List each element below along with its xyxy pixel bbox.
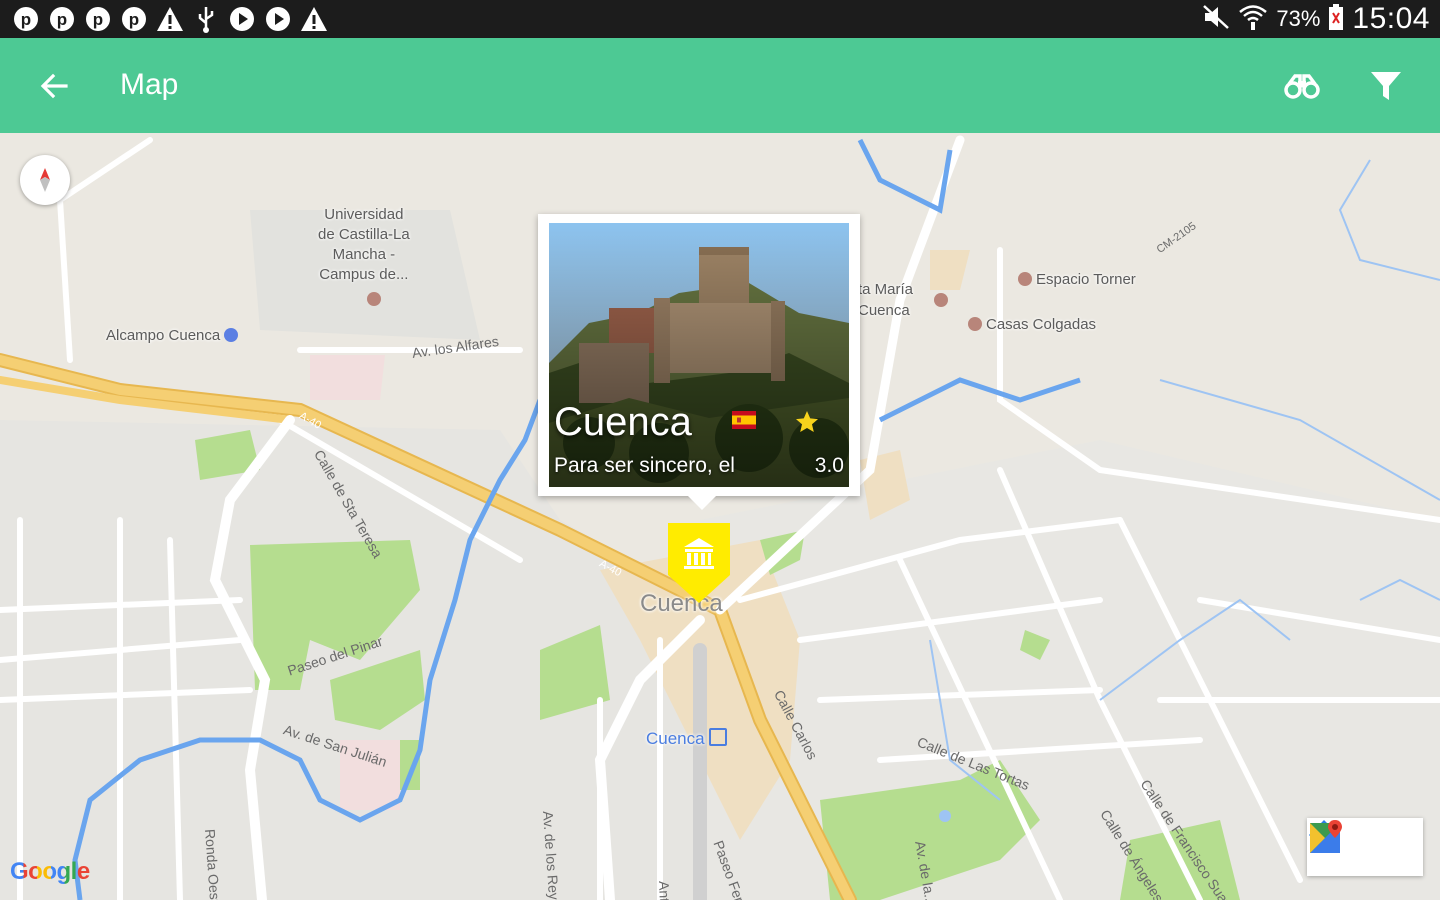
map-label-santa-maria[interactable]: ta María Cuenca: [858, 279, 913, 321]
compass-button[interactable]: [20, 155, 70, 205]
map-label-espacio-torner[interactable]: Espacio Torner: [1018, 271, 1136, 288]
clock: 15:04: [1352, 2, 1430, 35]
map-label-alcampo[interactable]: Alcampo Cuenca: [106, 327, 242, 344]
place-info-card[interactable]: Cuenca Para ser sincero, el 3.0: [538, 214, 860, 510]
map-label-university: Universidad de Castilla-La Mancha - Camp…: [318, 206, 410, 283]
google-logo: Google: [10, 858, 90, 885]
filter-icon[interactable]: [1366, 66, 1406, 106]
pinterest-icon: p: [48, 4, 76, 34]
place-photo: [549, 223, 849, 487]
svg-text:p: p: [21, 10, 31, 29]
place-marker[interactable]: [668, 523, 730, 603]
warning-icon: [300, 4, 328, 34]
spain-flag-icon: [732, 411, 756, 429]
play-icon: [228, 4, 256, 34]
train-station-icon: [709, 728, 728, 746]
svg-text:p: p: [57, 10, 67, 29]
pinterest-icon: p: [12, 4, 40, 34]
compass-icon: [40, 168, 50, 192]
binoculars-icon[interactable]: [1282, 66, 1322, 106]
wifi-icon: [1238, 3, 1268, 36]
shopping-pin-icon: [224, 328, 239, 342]
museum-icon: [668, 523, 730, 603]
status-bar: p p p p 73% 15:04: [0, 0, 1440, 38]
warning-icon: [156, 4, 184, 34]
play-icon: [264, 4, 292, 34]
map-label-casas-colgadas[interactable]: Casas Colgadas: [968, 316, 1096, 333]
svg-text:p: p: [129, 10, 139, 29]
google-maps-icon[interactable]: [1310, 818, 1423, 876]
place-name: Cuenca: [554, 400, 692, 444]
pinterest-icon: p: [84, 4, 112, 34]
map-label-cuenca-station[interactable]: Cuenca: [646, 728, 728, 749]
church-pin-icon[interactable]: [934, 293, 948, 307]
page-title: Map: [120, 68, 179, 101]
university-pin-icon[interactable]: [367, 292, 381, 306]
battery-percent: 73%: [1276, 6, 1321, 31]
map-toolbar: [1307, 818, 1423, 876]
street-antonio: Antonio: [656, 881, 674, 900]
arrow-back-icon[interactable]: [34, 66, 74, 106]
svg-text:p: p: [93, 10, 103, 29]
app-bar: Map: [0, 38, 1440, 133]
place-description: Para ser sincero, el: [554, 454, 735, 477]
usb-icon: [192, 4, 220, 34]
place-rating: 3.0: [814, 454, 844, 477]
star-icon[interactable]: [794, 409, 820, 435]
pinterest-icon: p: [120, 4, 148, 34]
museum-pin-icon: [1018, 272, 1032, 286]
museum-pin-icon: [968, 317, 982, 331]
mute-icon: [1202, 4, 1230, 35]
battery-icon: [1328, 3, 1344, 36]
notification-icons: p p p p: [12, 4, 328, 34]
